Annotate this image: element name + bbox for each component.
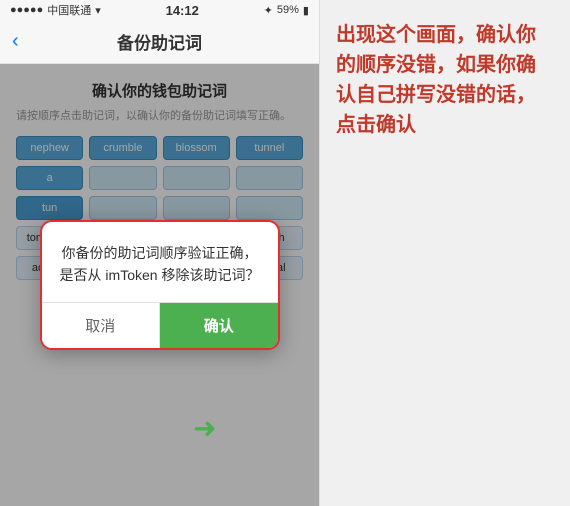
status-right: ✦ 59% ▮ — [264, 4, 309, 17]
main-content: 确认你的钱包助记词 请按顺序点击助记词，以确认你的备份助记词填写正确。 neph… — [0, 64, 319, 506]
signal-icon: ●●●●● — [10, 4, 43, 16]
dialog-overlay: 你备份的助记词顺序验证正确，是否从 imToken 移除该助记词？ 取消 确认 — [0, 64, 319, 506]
battery-level: 59% — [277, 4, 299, 16]
arrow-indicator: ➜ — [193, 413, 216, 446]
nav-bar: ‹ 备份助记词 — [0, 20, 319, 64]
status-time: 14:12 — [166, 3, 199, 18]
dialog-box: 你备份的助记词顺序验证正确，是否从 imToken 移除该助记词？ 取消 确认 — [40, 220, 280, 351]
status-left: ●●●●● 中国联通 ▾ — [10, 2, 101, 18]
bluetooth-icon: ✦ — [264, 4, 273, 17]
wifi-icon: ▾ — [95, 4, 101, 17]
annotation-panel: 出现这个画面，确认你的顺序没错，如果你确认自己拼写没错的话，点击确认 — [320, 0, 570, 506]
carrier-name: 中国联通 — [47, 2, 91, 18]
dialog-buttons: 取消 确认 — [42, 302, 278, 348]
back-button[interactable]: ‹ — [12, 30, 19, 53]
dialog-message: 你备份的助记词顺序验证正确，是否从 imToken 移除该助记词？ — [58, 242, 262, 287]
annotation-text: 出现这个画面，确认你的顺序没错，如果你确认自己拼写没错的话，点击确认 — [336, 20, 554, 140]
nav-title: 备份助记词 — [117, 29, 202, 54]
status-bar: ●●●●● 中国联通 ▾ 14:12 ✦ 59% ▮ — [0, 0, 319, 20]
phone-frame: ●●●●● 中国联通 ▾ 14:12 ✦ 59% ▮ ‹ 备份助记词 确认你的钱… — [0, 0, 320, 506]
dialog-cancel-button[interactable]: 取消 — [42, 303, 161, 348]
battery-icon: ▮ — [303, 4, 309, 17]
dialog-confirm-button[interactable]: 确认 — [160, 303, 278, 348]
